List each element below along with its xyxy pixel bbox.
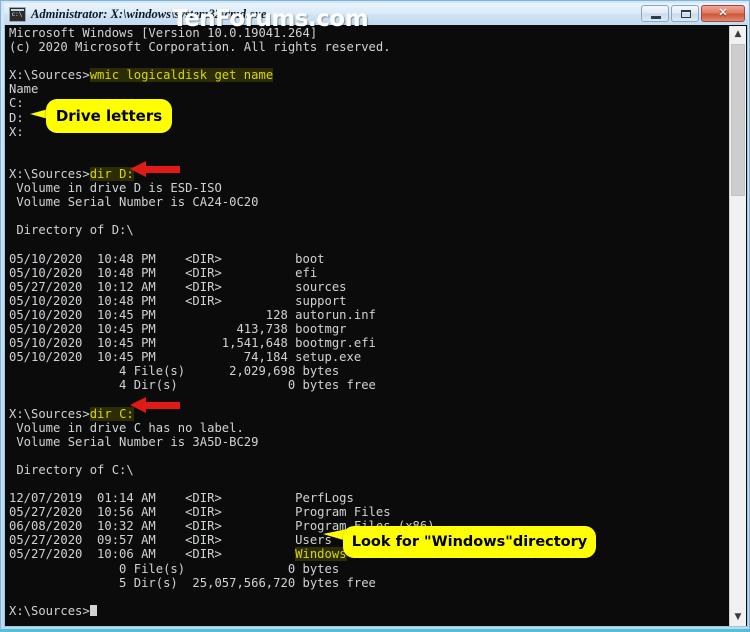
console-line-text: 5 Dir(s) 25,057,566,720 bytes free [9,575,376,590]
console-line: Volume in drive C has no label. [9,421,709,435]
highlighted-directory-name: Windows [295,547,347,562]
console-line-text: 05/27/2020 10:06 AM <DIR> [9,547,296,562]
title-bar[interactable]: Administrator: X:\windows\system32\cmd.e… [4,3,748,25]
scroll-up-icon[interactable]: ▲ [730,26,746,43]
console-line: 5 Dir(s) 25,057,566,720 bytes free [9,576,709,590]
console-line: 05/27/2020 10:12 AM <DIR> sources [9,280,709,294]
console-prompt: X:\Sources> [9,166,90,181]
red-arrow-dir-c [130,397,180,413]
console-line: Microsoft Windows [Version 10.0.19041.26… [9,26,709,40]
scroll-down-icon[interactable]: ▼ [730,609,746,626]
minimize-icon [651,16,661,19]
console-line: X:\Sources>dir D: [9,166,709,181]
console-line-text: Name [9,82,39,97]
red-arrow-dir-d [130,161,180,177]
console-line-text: (c) 2020 Microsoft Corporation. All righ… [9,40,391,55]
console-line: 05/10/2020 10:48 PM <DIR> boot [9,252,709,266]
console-line-text: 05/10/2020 10:48 PM <DIR> boot [9,251,325,266]
console-line: Directory of C:\ [9,463,709,477]
callout-drive-letters: Drive letters [46,99,172,133]
console-line: 05/10/2020 10:48 PM <DIR> efi [9,266,709,280]
console-line: Volume Serial Number is 3A5D-BC29 [9,435,709,449]
console-line: 05/10/2020 10:45 PM 128 autorun.inf [9,308,709,322]
window-controls: ✕ [641,5,745,22]
console-line-text: Volume Serial Number is CA24-0C20 [9,195,259,210]
console-line: 12/07/2019 01:14 AM <DIR> PerfLogs [9,491,709,505]
console-line: (c) 2020 Microsoft Corporation. All righ… [9,40,709,54]
console-line-text: C: [9,96,24,111]
callout-windows-dir: Look for "Windows"directory [343,526,596,558]
console-line-text: 12/07/2019 01:14 AM <DIR> PerfLogs [9,491,354,506]
console-prompt: X:\Sources> [9,406,90,421]
console-line-text: 4 Dir(s) 0 bytes free [9,378,376,393]
console-line: 0 File(s) 0 bytes [9,562,709,576]
console-line-text: Directory of C:\ [9,462,134,477]
console-line: Directory of D:\ [9,223,709,237]
console-line-text: 0 File(s) 0 bytes [9,561,340,576]
console-line: X:\Sources>dir C: [9,406,709,421]
console-line-text: 4 File(s) 2,029,698 bytes [9,364,340,379]
console-line-text: 05/10/2020 10:48 PM <DIR> efi [9,265,318,280]
console-line-text: Volume Serial Number is 3A5D-BC29 [9,434,259,449]
console-line-text: 05/27/2020 10:12 AM <DIR> sources [9,279,347,294]
console-line-text: 05/27/2020 09:57 AM <DIR> Users [9,533,332,548]
cmd-console-icon [9,6,26,22]
close-button[interactable]: ✕ [701,5,745,22]
console-line-text: 05/27/2020 10:56 AM <DIR> Program Files [9,505,391,520]
scrollbar-thumb[interactable] [731,44,745,196]
console-line: Volume in drive D is ESD-ISO [9,181,709,195]
console-line-text: 05/10/2020 10:48 PM <DIR> support [9,293,347,308]
console-prompt: X:\Sources> [9,68,90,83]
console-caret [89,604,97,616]
console-line: 05/10/2020 10:45 PM 1,541,648 bootmgr.ef… [9,336,709,350]
console-line: Volume Serial Number is CA24-0C20 [9,195,709,209]
console-line-text: Directory of D:\ [9,223,134,238]
window-title: Administrator: X:\windows\system32\cmd.e… [31,6,267,21]
console-line: 05/10/2020 10:48 PM <DIR> support [9,294,709,308]
minimize-button[interactable] [641,5,669,22]
console-line-text: 05/10/2020 10:45 PM 74,184 setup.exe [9,350,362,365]
arrow-shaft [144,402,180,409]
console-line-text: Microsoft Windows [Version 10.0.19041.26… [9,26,318,40]
console-line-text: 05/10/2020 10:45 PM 413,738 bootmgr [9,321,347,336]
console-line-text: 05/10/2020 10:45 PM 128 autorun.inf [9,307,376,322]
console-line: 4 Dir(s) 0 bytes free [9,378,709,392]
console-line-text: D: [9,110,24,125]
console-line-text: 05/10/2020 10:45 PM 1,541,648 bootmgr.ef… [9,336,376,351]
close-icon: ✕ [718,7,728,19]
console-command: wmic logicaldisk get name [89,68,274,83]
console-command: dir D: [89,166,134,181]
console-line: 05/27/2020 10:56 AM <DIR> Program Files [9,505,709,519]
maximize-button[interactable] [671,5,699,22]
maximize-icon [681,10,691,18]
console-line-text: X: [9,124,24,139]
console-scrollbar[interactable]: ▲ ▼ [729,26,746,626]
console-prompt: X:\Sources> [9,603,90,618]
console-line: 4 File(s) 2,029,698 bytes [9,364,709,378]
console-command: dir C: [89,406,134,421]
console-line: Name [9,82,709,96]
console-line-text: Volume in drive C has no label. [9,420,244,435]
console-line: X:\Sources>wmic logicaldisk get name [9,68,709,83]
console-line: 05/10/2020 10:45 PM 74,184 setup.exe [9,350,709,364]
console-line: X:\Sources> [9,604,709,618]
console-line: 05/10/2020 10:45 PM 413,738 bootmgr [9,322,709,336]
arrow-shaft [144,166,180,173]
console-line-text: Volume in drive D is ESD-ISO [9,181,222,196]
